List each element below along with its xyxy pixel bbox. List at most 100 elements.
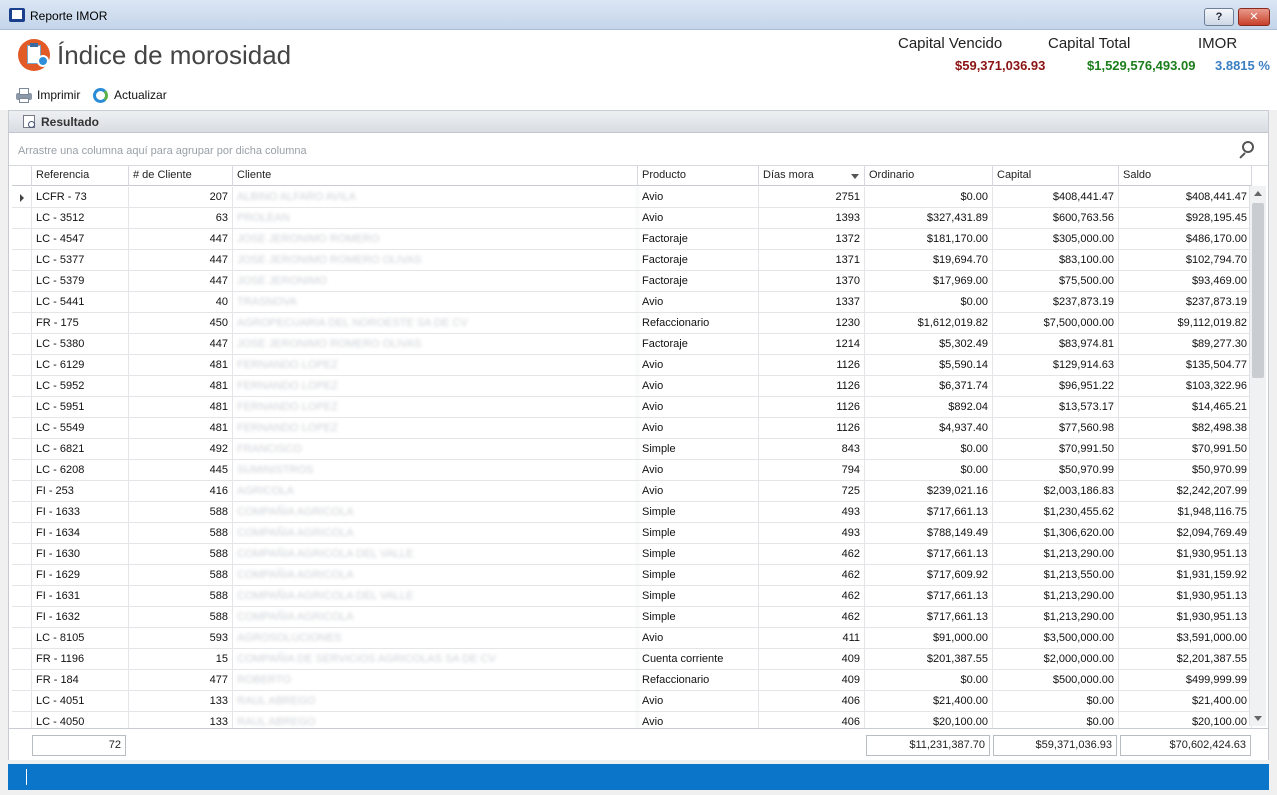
cell-producto[interactable]: Simple [638, 586, 759, 607]
cell-cliente[interactable]: SUMINISTROS [233, 460, 638, 481]
cell-dias-mora[interactable]: 462 [759, 607, 865, 628]
cell-ordinario[interactable]: $0.00 [865, 460, 993, 481]
cell-saldo[interactable]: $70,991.50 [1119, 439, 1252, 460]
cell-dias-mora[interactable]: 2751 [759, 187, 865, 208]
cell-capital[interactable]: $408,441.47 [993, 187, 1119, 208]
cell-ordinario[interactable]: $0.00 [865, 670, 993, 691]
column-header-capital[interactable]: Capital [993, 166, 1119, 186]
column-header-saldo[interactable]: Saldo [1119, 166, 1252, 186]
cell-num-cliente[interactable]: 588 [129, 586, 233, 607]
cell-referencia[interactable]: LC - 5441 [32, 292, 129, 313]
print-button[interactable]: Imprimir [15, 85, 80, 105]
table-row[interactable]: LC - 6208 445 SUMINISTROS Avio 794 $0.00 $50,9… [12, 460, 1252, 481]
cell-saldo[interactable]: $2,094,769.49 [1119, 523, 1252, 544]
cell-referencia[interactable]: FI - 1630 [32, 544, 129, 565]
row-indicator[interactable] [12, 292, 32, 313]
cell-capital[interactable]: $2,000,000.00 [993, 649, 1119, 670]
table-row[interactable]: LC - 5951 481 FERNANDO LOPEZ Avio 1126 $892.0… [12, 397, 1252, 418]
cell-cliente[interactable]: COMPAÑIA AGRICOLA [233, 523, 638, 544]
cell-producto[interactable]: Avio [638, 418, 759, 439]
scroll-thumb[interactable] [1252, 203, 1264, 378]
vertical-scrollbar[interactable] [1249, 186, 1266, 726]
column-header-referencia[interactable]: Referencia [32, 166, 129, 186]
cell-referencia[interactable]: LC - 5952 [32, 376, 129, 397]
cell-saldo[interactable]: $93,469.00 [1119, 271, 1252, 292]
cell-referencia[interactable]: LC - 8105 [32, 628, 129, 649]
close-button[interactable]: ✕ [1238, 8, 1270, 26]
cell-capital[interactable]: $70,991.50 [993, 439, 1119, 460]
cell-capital[interactable]: $77,560.98 [993, 418, 1119, 439]
cell-cliente[interactable]: FERNANDO LOPEZ [233, 355, 638, 376]
cell-ordinario[interactable]: $717,661.13 [865, 544, 993, 565]
cell-ordinario[interactable]: $717,609.92 [865, 565, 993, 586]
cell-ordinario[interactable]: $4,937.40 [865, 418, 993, 439]
cell-num-cliente[interactable]: 588 [129, 544, 233, 565]
cell-referencia[interactable]: FR - 184 [32, 670, 129, 691]
cell-dias-mora[interactable]: 409 [759, 670, 865, 691]
cell-producto[interactable]: Refaccionario [638, 670, 759, 691]
cell-saldo[interactable]: $102,794.70 [1119, 250, 1252, 271]
cell-saldo[interactable]: $1,930,951.13 [1119, 544, 1252, 565]
cell-ordinario[interactable]: $1,612,019.82 [865, 313, 993, 334]
column-header-producto[interactable]: Producto [638, 166, 759, 186]
cell-referencia[interactable]: LC - 6129 [32, 355, 129, 376]
cell-ordinario[interactable]: $17,969.00 [865, 271, 993, 292]
cell-capital[interactable]: $129,914.63 [993, 355, 1119, 376]
cell-num-cliente[interactable]: 481 [129, 376, 233, 397]
row-indicator[interactable] [12, 544, 32, 565]
table-row[interactable]: FI - 1631 588 COMPAÑIA AGRICOLA DEL VALLE S… [12, 586, 1252, 607]
cell-saldo[interactable]: $50,970.99 [1119, 460, 1252, 481]
cell-cliente[interactable]: AGROPECUARIA DEL NOROESTE SA DE CV [233, 313, 638, 334]
cell-producto[interactable]: Refaccionario [638, 313, 759, 334]
row-indicator[interactable] [12, 649, 32, 670]
cell-cliente[interactable]: ROBERTO [233, 670, 638, 691]
cell-producto[interactable]: Avio [638, 628, 759, 649]
cell-referencia[interactable]: LC - 6208 [32, 460, 129, 481]
cell-num-cliente[interactable]: 445 [129, 460, 233, 481]
table-row[interactable]: LC - 5379 447 JOSE JERONIMO Factoraje 1370 $1… [12, 271, 1252, 292]
cell-num-cliente[interactable]: 588 [129, 607, 233, 628]
refresh-button[interactable]: Actualizar [92, 85, 167, 105]
cell-num-cliente[interactable]: 588 [129, 523, 233, 544]
cell-cliente[interactable]: JOSE JERONIMO ROMERO OLIVAS [233, 334, 638, 355]
cell-saldo[interactable]: $499,999.99 [1119, 670, 1252, 691]
cell-saldo[interactable]: $135,504.77 [1119, 355, 1252, 376]
cell-referencia[interactable]: LC - 4051 [32, 691, 129, 712]
cell-saldo[interactable]: $2,242,207.99 [1119, 481, 1252, 502]
table-row[interactable]: FI - 253 416 AGRICOLA Avio 725 $239,021.16 $2,… [12, 481, 1252, 502]
cell-cliente[interactable]: JOSE JERONIMO ROMERO [233, 229, 638, 250]
cell-num-cliente[interactable]: 447 [129, 271, 233, 292]
cell-dias-mora[interactable]: 462 [759, 565, 865, 586]
cell-cliente[interactable]: FERNANDO LOPEZ [233, 376, 638, 397]
cell-ordinario[interactable]: $0.00 [865, 292, 993, 313]
cell-cliente[interactable]: JOSE JERONIMO [233, 271, 638, 292]
cell-dias-mora[interactable]: 411 [759, 628, 865, 649]
cell-ordinario[interactable]: $181,170.00 [865, 229, 993, 250]
row-indicator[interactable] [12, 670, 32, 691]
cell-producto[interactable]: Factoraje [638, 229, 759, 250]
cell-dias-mora[interactable]: 1126 [759, 355, 865, 376]
help-button[interactable]: ? [1204, 8, 1234, 26]
table-row[interactable]: FI - 1634 588 COMPAÑIA AGRICOLA Simple 493 $7… [12, 523, 1252, 544]
cell-num-cliente[interactable]: 447 [129, 334, 233, 355]
cell-cliente[interactable]: COMPAÑIA DE SERVICIOS AGRICOLAS SA DE CV [233, 649, 638, 670]
cell-num-cliente[interactable]: 481 [129, 418, 233, 439]
cell-saldo[interactable]: $408,441.47 [1119, 187, 1252, 208]
cell-dias-mora[interactable]: 725 [759, 481, 865, 502]
table-row[interactable]: LCFR - 73 207 ALBINO ALFARO AVILA Avio 2751 $… [12, 187, 1252, 208]
group-by-panel[interactable]: Arrastre una columna aquí para agrupar p… [9, 134, 1268, 166]
current-row-indicator[interactable] [12, 187, 32, 208]
cell-producto[interactable]: Avio [638, 460, 759, 481]
column-header-dias-mora[interactable]: Días mora [759, 166, 865, 186]
row-indicator[interactable] [12, 523, 32, 544]
cell-num-cliente[interactable]: 133 [129, 691, 233, 712]
cell-capital[interactable]: $1,230,455.62 [993, 502, 1119, 523]
cell-referencia[interactable]: LC - 5380 [32, 334, 129, 355]
cell-producto[interactable]: Avio [638, 208, 759, 229]
cell-capital[interactable]: $83,974.81 [993, 334, 1119, 355]
row-indicator[interactable] [12, 271, 32, 292]
cell-capital[interactable]: $75,500.00 [993, 271, 1119, 292]
cell-capital[interactable]: $600,763.56 [993, 208, 1119, 229]
cell-dias-mora[interactable]: 1393 [759, 208, 865, 229]
cell-capital[interactable]: $1,213,550.00 [993, 565, 1119, 586]
